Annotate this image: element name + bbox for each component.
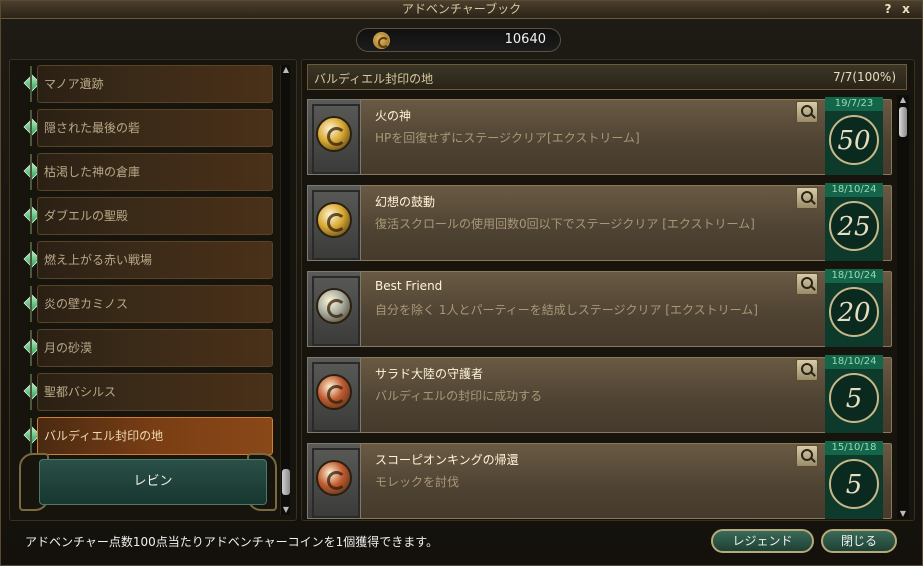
achievement-date: 19/7/23: [825, 97, 883, 111]
sidebar-zone-label: マノア遺跡: [44, 77, 104, 91]
achievement-row: Best Friend 自分を除く 1人とパーティーを結成しステージクリア [エ…: [307, 269, 892, 351]
achievement-scroll-thumb[interactable]: [899, 107, 907, 137]
achievement-row: サラド大陸の守護者 バルディエルの封印に成功する 18/10/24 5: [307, 355, 892, 437]
achievement-score: 5: [829, 459, 879, 509]
achievement-medal-icon: [316, 460, 352, 496]
achievement-icon-frame: [307, 443, 361, 519]
sidebar-zone-label: バルディエル封印の地: [44, 429, 164, 443]
window-close-button[interactable]: x: [899, 1, 913, 18]
magnifier-icon[interactable]: [796, 101, 818, 123]
achievement-score: 20: [829, 287, 879, 337]
help-button[interactable]: ?: [881, 1, 895, 18]
footer-note: アドベンチャー点数100点当たりアドベンチャーコインを1個獲得できます。: [25, 535, 439, 549]
achievement-description: モレックを討伐: [375, 475, 460, 489]
scroll-up-arrow-icon[interactable]: ▲: [281, 65, 291, 75]
window-title: アドベンチャーブック: [401, 2, 522, 16]
achievement-name: スコーピオンキングの帰還: [375, 453, 519, 467]
legend-button[interactable]: レジェンド: [711, 529, 814, 553]
achievement-icon-frame: [307, 357, 361, 433]
achievement-list-scrollbar[interactable]: ▲ ▼: [897, 95, 909, 519]
coin-icon: [373, 32, 390, 49]
magnifier-icon[interactable]: [796, 187, 818, 209]
sidebar-zone-label: 炎の壁カミノス: [44, 297, 129, 311]
achievement-name: サラド大陸の守護者: [375, 367, 484, 381]
class-tab-levin[interactable]: レビン: [39, 459, 267, 505]
adventure-points-display: 10640: [356, 28, 561, 52]
achievement-description: 自分を除く 1人とパーティーを結成しステージクリア [エクストリーム]: [375, 303, 758, 317]
achievement-row: スコーピオンキングの帰還 モレックを討伐 15/10/18 5: [307, 441, 892, 523]
zone-header: バルディエル封印の地 7/7(100%): [307, 64, 907, 90]
achievement-medal-icon: [316, 116, 352, 152]
achievement-medal-icon: [316, 202, 352, 238]
adventure-book-window: アドベンチャーブック ? x 10640 マノア遺跡隠された最後の砦 枯渇した神の…: [0, 0, 923, 566]
achievement-score-badge: 50: [825, 111, 883, 175]
achievement-description: 復活スクロールの使用回数0回以下でステージクリア [エクストリーム]: [375, 217, 755, 231]
achievement-medal-icon: [316, 288, 352, 324]
achievement-score: 5: [829, 373, 879, 423]
sidebar-zone-item[interactable]: 枯渇した神の倉庫: [37, 153, 273, 191]
achievement-description: バルディエルの封印に成功する: [375, 389, 543, 403]
magnifier-icon[interactable]: [796, 445, 818, 467]
achievement-name: Best Friend: [375, 279, 443, 293]
zone-list-scrollbar[interactable]: ▲ ▼: [280, 65, 290, 515]
achievement-score: 25: [829, 201, 879, 251]
sidebar-zone-item[interactable]: 炎の壁カミノス: [37, 285, 273, 323]
achievement-date: 18/10/24: [825, 183, 883, 197]
zone-title: バルディエル封印の地: [314, 72, 434, 86]
sidebar-zone-item[interactable]: 隠された最後の砦: [37, 109, 273, 147]
sidebar-zone-item[interactable]: 月の砂漠: [37, 329, 273, 367]
close-button[interactable]: 閉じる: [821, 529, 897, 553]
sidebar-zone-item[interactable]: 聖都バシルス: [37, 373, 273, 411]
adventure-points-value: 10640: [504, 32, 546, 47]
achievement-name: 火の神: [375, 109, 412, 123]
sidebar-zone-label: 枯渇した神の倉庫: [44, 165, 141, 179]
achievement-date: 15/10/18: [825, 441, 883, 455]
achievement-row: 幻想の鼓動 復活スクロールの使用回数0回以下でステージクリア [エクストリーム]…: [307, 183, 892, 265]
zone-progress: 7/7(100%): [833, 70, 896, 84]
achievement-score-badge: 20: [825, 283, 883, 347]
achievement-score-badge: 5: [825, 455, 883, 519]
achievement-score: 50: [829, 115, 879, 165]
sidebar-zone-label: 月の砂漠: [44, 341, 93, 355]
achievement-date: 18/10/24: [825, 269, 883, 283]
sidebar-zone-label: 隠された最後の砦: [44, 121, 141, 135]
sidebar-zone-item[interactable]: バルディエル封印の地: [37, 417, 273, 455]
sidebar-zone-item[interactable]: マノア遺跡: [37, 65, 273, 103]
achievement-row: 火の神 HPを回復せずにステージクリア[エクストリーム] 19/7/23 50: [307, 97, 892, 179]
achievement-icon-frame: [307, 99, 361, 175]
window-title-bar: アドベンチャーブック ? x: [1, 1, 922, 19]
sidebar-zone-item[interactable]: ダブエルの聖殿: [37, 197, 273, 235]
magnifier-icon[interactable]: [796, 273, 818, 295]
achievement-date: 18/10/24: [825, 355, 883, 369]
achievement-medal-icon: [316, 374, 352, 410]
achievement-name: 幻想の鼓動: [375, 195, 436, 209]
achievement-score-badge: 5: [825, 369, 883, 433]
magnifier-icon[interactable]: [796, 359, 818, 381]
scroll-down-arrow-icon[interactable]: ▼: [897, 509, 909, 519]
sidebar-zone-label: 燃え上がる赤い戦場: [44, 253, 153, 267]
achievement-icon-frame: [307, 271, 361, 347]
sidebar-zone-item[interactable]: 燃え上がる赤い戦場: [37, 241, 273, 279]
achievement-score-badge: 25: [825, 197, 883, 261]
sidebar-zone-label: 聖都バシルス: [44, 385, 117, 399]
achievement-icon-frame: [307, 185, 361, 261]
scroll-down-arrow-icon[interactable]: ▼: [281, 505, 291, 515]
achievement-description: HPを回復せずにステージクリア[エクストリーム]: [375, 131, 640, 145]
sidebar-zone-label: ダブエルの聖殿: [44, 209, 129, 223]
zone-list-scroll-thumb[interactable]: [282, 469, 290, 495]
scroll-up-arrow-icon[interactable]: ▲: [897, 95, 909, 105]
